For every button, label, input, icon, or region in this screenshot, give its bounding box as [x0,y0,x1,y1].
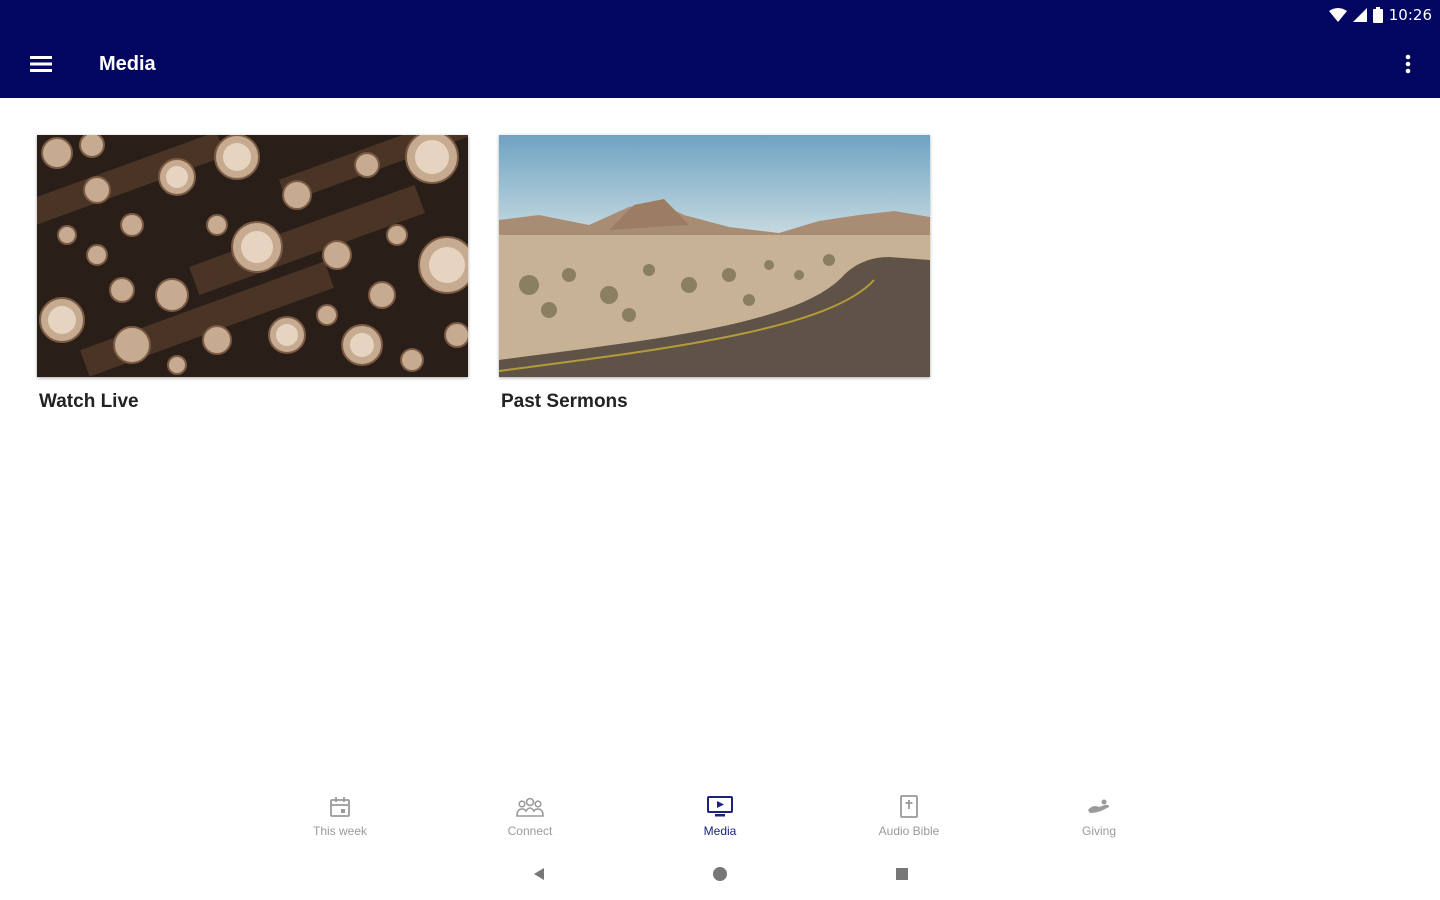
nav-label-connect: Connect [507,824,553,838]
watch-live-thumbnail [37,135,468,377]
bottom-navigation: This week Connect Media Audio Bible Givi… [0,778,1440,848]
calendar-icon [330,797,350,817]
menu-button[interactable] [22,46,60,82]
past-sermons-card[interactable]: Past Sermons [499,135,930,413]
past-sermons-thumbnail [499,135,930,377]
recents-square-icon [896,868,908,880]
home-button[interactable] [706,862,734,886]
nav-item-this-week[interactable]: This week [280,794,400,838]
battery-icon [1372,7,1383,23]
status-bar: 10:26 [1328,4,1432,26]
giving-hand-icon [1088,799,1109,813]
nav-item-connect[interactable]: Connect [470,794,590,838]
nav-label-this-week: This week [312,824,368,838]
nav-label-giving: Giving [1081,824,1116,838]
nav-item-audio-bible[interactable]: Audio Bible [849,794,969,838]
more-vert-icon [1405,54,1411,74]
past-sermons-label: Past Sermons [501,391,628,412]
watch-live-label: Watch Live [39,391,139,412]
hamburger-icon [30,56,52,72]
wifi-icon [1328,8,1347,22]
signal-icon [1352,8,1367,22]
overflow-menu-button[interactable] [1396,46,1420,82]
system-navigation-bar [0,848,1440,900]
watch-live-card[interactable]: Watch Live [37,135,468,413]
recents-button[interactable] [888,862,916,886]
bible-icon [900,795,918,818]
app-bar: 10:26 Media [0,0,1440,98]
nav-label-audio-bible: Audio Bible [878,824,940,838]
nav-item-giving[interactable]: Giving [1039,794,1159,838]
status-time: 10:26 [1388,6,1432,24]
people-icon [516,797,544,817]
page-title: Media [99,53,156,75]
nav-item-media[interactable]: Media [660,794,780,838]
nav-label-media: Media [703,824,737,838]
media-cards: Watch Live Past Sermons [37,135,930,413]
back-triangle-icon [534,868,544,880]
back-button[interactable] [525,862,553,886]
monitor-play-icon [707,796,733,817]
home-circle-icon [713,867,727,881]
